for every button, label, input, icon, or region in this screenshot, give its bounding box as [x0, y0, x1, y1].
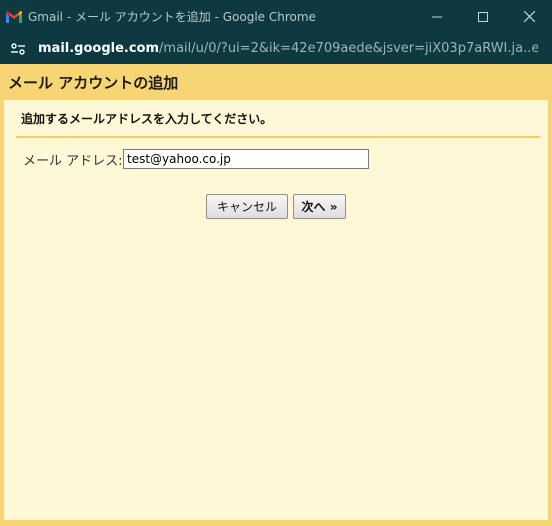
minimize-icon	[432, 16, 442, 17]
divider	[16, 136, 540, 138]
url-path: /mail/u/0/?ui=2&ik=42e709aede&jsver=jiX0…	[159, 41, 538, 56]
window-title: Gmail - メール アカウントを追加 - Google Chrome	[28, 10, 316, 24]
url-text[interactable]: mail.google.com/mail/u/0/?ui=2&ik=42e709…	[38, 41, 538, 56]
cancel-button[interactable]: キャンセル	[206, 194, 288, 219]
url-host: mail.google.com	[38, 41, 160, 56]
close-icon	[523, 11, 535, 22]
minimize-button[interactable]	[414, 0, 460, 33]
site-info-button[interactable]	[8, 39, 28, 59]
instruction-text: 追加するメールアドレスを入力してください。	[21, 112, 273, 126]
close-button[interactable]	[506, 0, 552, 33]
tune-icon	[11, 42, 25, 55]
maximize-icon	[478, 11, 488, 22]
dialog-header: メール アカウントの追加	[0, 64, 552, 100]
dialog-title: メール アカウントの追加	[8, 73, 179, 92]
next-button[interactable]: 次へ »	[293, 194, 346, 219]
window-controls	[414, 0, 552, 33]
title-bar: Gmail - メール アカウントを追加 - Google Chrome	[0, 0, 552, 33]
email-input[interactable]	[123, 149, 369, 169]
gmail-logo-icon	[6, 10, 22, 23]
email-label: メール アドレス:	[23, 154, 123, 169]
maximize-button[interactable]	[460, 0, 506, 33]
address-bar: mail.google.com/mail/u/0/?ui=2&ik=42e709…	[0, 33, 552, 64]
dialog-body: 追加するメールアドレスを入力してください。 メール アドレス: キャンセル 次へ…	[4, 100, 548, 520]
popup-window: Gmail - メール アカウントを追加 - Google Chrome mai…	[0, 0, 552, 526]
